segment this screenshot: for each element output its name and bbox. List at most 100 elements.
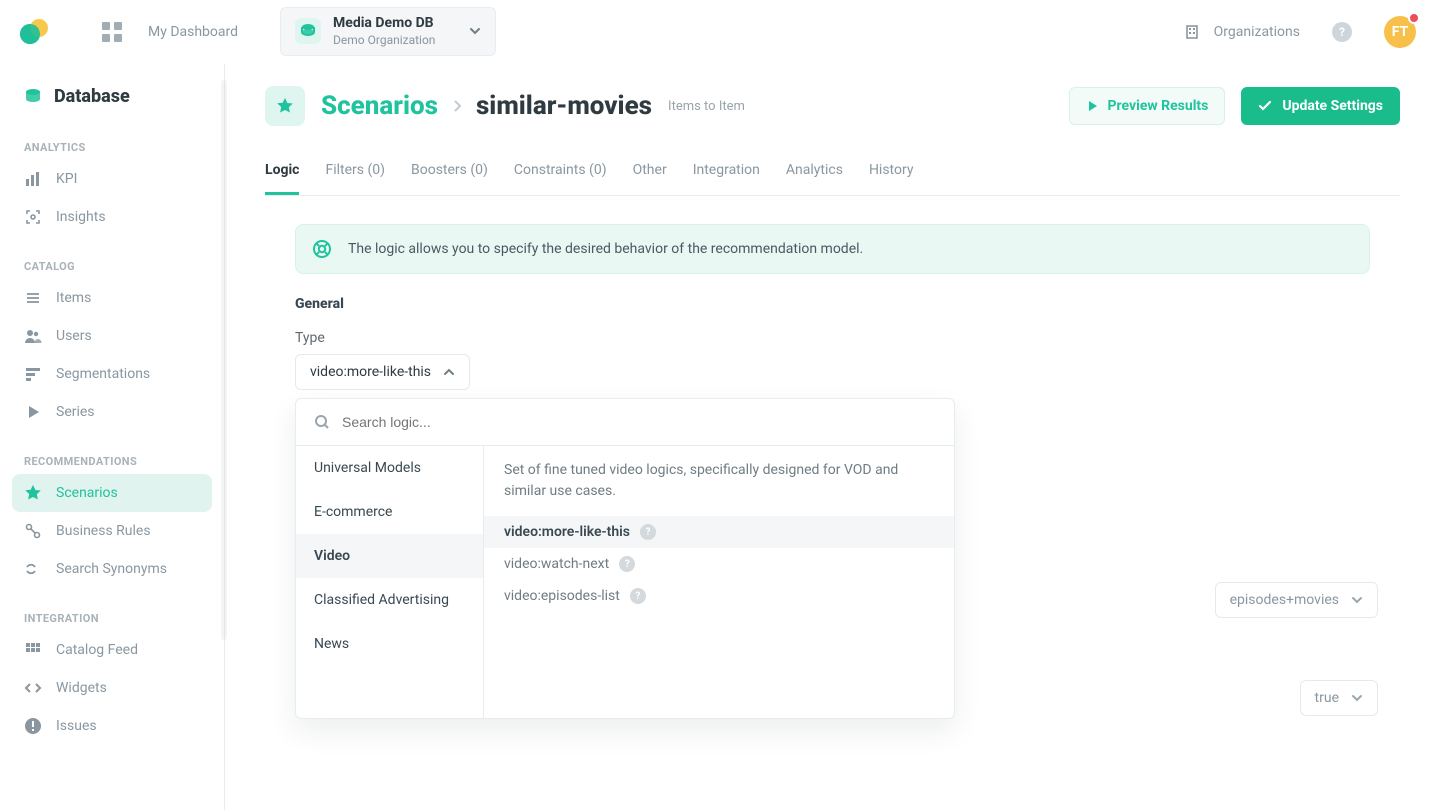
sidebar-item-label: KPI bbox=[56, 171, 77, 187]
sidebar-item-label: Series bbox=[56, 404, 95, 420]
check-icon bbox=[1258, 99, 1272, 113]
sidebar-item-series[interactable]: Series bbox=[12, 393, 212, 431]
lifebuoy-icon bbox=[312, 239, 332, 259]
sidebar-item-items[interactable]: Items bbox=[12, 279, 212, 317]
tab-logic[interactable]: Logic bbox=[265, 148, 299, 195]
sidebar-item-label: Scenarios bbox=[56, 485, 118, 501]
dropdown-option-more-like-this[interactable]: video:more-like-this ? bbox=[484, 516, 954, 548]
dropdown-option-label: video:episodes-list bbox=[504, 588, 620, 604]
chevron-down-icon bbox=[469, 25, 481, 37]
sidebar-group-integration: INTEGRATION Catalog Feed Widgets Issues bbox=[12, 606, 212, 745]
dropdown-search-input[interactable] bbox=[340, 413, 936, 431]
type-select[interactable]: video:more-like-this bbox=[295, 354, 470, 390]
dashboard-icon bbox=[102, 22, 122, 42]
sidebar-item-issues[interactable]: Issues bbox=[12, 707, 212, 745]
preview-results-button[interactable]: Preview Results bbox=[1069, 87, 1226, 125]
sidebar-item-label: Insights bbox=[56, 209, 106, 225]
sidebar-item-scenarios[interactable]: Scenarios bbox=[12, 474, 212, 512]
sidebar-item-label: Business Rules bbox=[56, 523, 151, 539]
update-settings-button[interactable]: Update Settings bbox=[1241, 87, 1400, 125]
sidebar-title: Database bbox=[54, 86, 130, 107]
sidebar-item-kpi[interactable]: KPI bbox=[12, 160, 212, 198]
sidebar-item-widgets[interactable]: Widgets bbox=[12, 669, 212, 707]
chevron-up-icon bbox=[443, 366, 455, 378]
database-org: Demo Organization bbox=[333, 34, 435, 47]
sidebar-item-insights[interactable]: Insights bbox=[12, 198, 212, 236]
avatar[interactable]: FT bbox=[1384, 16, 1416, 48]
tab-integration[interactable]: Integration bbox=[693, 148, 760, 195]
help-icon[interactable]: ? bbox=[630, 588, 646, 604]
star-icon bbox=[24, 484, 42, 502]
sidebar-item-label: Search Synonyms bbox=[56, 561, 167, 577]
organizations-link[interactable]: Organizations bbox=[1184, 24, 1300, 40]
dropdown-panel: Set of fine tuned video logics, specific… bbox=[484, 446, 954, 718]
sidebar-item-users[interactable]: Users bbox=[12, 317, 212, 355]
help-icon[interactable]: ? bbox=[1332, 22, 1352, 42]
play-icon bbox=[24, 403, 42, 421]
breadcrumb-subtype: Items to Item bbox=[668, 99, 745, 114]
building-icon bbox=[1184, 24, 1200, 40]
dropdown-cat-video[interactable]: Video bbox=[296, 534, 483, 578]
dropdown-body: Universal Models E-commerce Video Classi… bbox=[296, 446, 954, 718]
sidebar-item-search-synonyms[interactable]: Search Synonyms bbox=[12, 550, 212, 588]
sidebar-item-label: Segmentations bbox=[56, 366, 150, 382]
breadcrumb: Scenarios similar-movies Items to Item bbox=[321, 91, 745, 121]
search-icon bbox=[314, 414, 330, 430]
sidebar-group-label: RECOMMENDATIONS bbox=[12, 449, 212, 474]
database-icon bbox=[295, 18, 321, 44]
breadcrumb-root-link[interactable]: Scenarios bbox=[321, 91, 438, 121]
sidebar-item-catalog-feed[interactable]: Catalog Feed bbox=[12, 631, 212, 669]
sidebar-item-segmentations[interactable]: Segmentations bbox=[12, 355, 212, 393]
help-icon[interactable]: ? bbox=[640, 524, 656, 540]
dropdown-description: Set of fine tuned video logics, specific… bbox=[484, 446, 954, 516]
sidebar-item-label: Issues bbox=[56, 718, 97, 734]
database-picker[interactable]: Media Demo DB Demo Organization bbox=[280, 7, 496, 56]
episodes-movies-select[interactable]: episodes+movies bbox=[1215, 582, 1378, 618]
tab-history[interactable]: History bbox=[869, 148, 914, 195]
tab-filters[interactable]: Filters (0) bbox=[325, 148, 385, 195]
sidebar-item-label: Users bbox=[56, 328, 92, 344]
type-dropdown: Universal Models E-commerce Video Classi… bbox=[295, 398, 955, 719]
sidebar: Database ANALYTICS KPI Insights CATALOG bbox=[0, 64, 225, 810]
type-label: Type bbox=[295, 330, 1370, 346]
chevron-down-icon bbox=[1351, 692, 1363, 704]
chevron-down-icon bbox=[1351, 594, 1363, 606]
sidebar-group-recommendations: RECOMMENDATIONS Scenarios Business Rules… bbox=[12, 449, 212, 588]
dropdown-cat-classified[interactable]: Classified Advertising bbox=[296, 578, 483, 622]
sidebar-item-label: Items bbox=[56, 290, 91, 306]
chart-bar-icon bbox=[24, 170, 42, 188]
dropdown-categories: Universal Models E-commerce Video Classi… bbox=[296, 446, 484, 718]
app-logo bbox=[20, 18, 48, 46]
help-icon[interactable]: ? bbox=[619, 556, 635, 572]
sidebar-item-business-rules[interactable]: Business Rules bbox=[12, 512, 212, 550]
star-icon bbox=[265, 86, 305, 126]
dropdown-options: video:more-like-this ? video:watch-next … bbox=[484, 516, 954, 620]
database-title: Media Demo DB bbox=[333, 16, 435, 31]
tabs: Logic Filters (0) Boosters (0) Constrain… bbox=[265, 148, 1400, 196]
dropdown-option-watch-next[interactable]: video:watch-next ? bbox=[484, 548, 954, 580]
dropdown-cat-universal[interactable]: Universal Models bbox=[296, 446, 483, 490]
list-icon bbox=[24, 289, 42, 307]
sidebar-item-label: Widgets bbox=[56, 680, 107, 696]
dropdown-cat-ecommerce[interactable]: E-commerce bbox=[296, 490, 483, 534]
button-label: Update Settings bbox=[1282, 98, 1383, 114]
true-select[interactable]: true bbox=[1300, 680, 1378, 716]
sidebar-group-label: CATALOG bbox=[12, 254, 212, 279]
tab-constraints[interactable]: Constraints (0) bbox=[514, 148, 607, 195]
sidebar-group-analytics: ANALYTICS KPI Insights bbox=[12, 135, 212, 236]
scan-icon bbox=[24, 208, 42, 226]
sidebar-item-label: Catalog Feed bbox=[56, 642, 138, 658]
my-dashboard-link[interactable]: My Dashboard bbox=[148, 24, 238, 40]
sidebar-group-label: ANALYTICS bbox=[12, 135, 212, 160]
sidebar-group-label: INTEGRATION bbox=[12, 606, 212, 631]
dropdown-cat-news[interactable]: News bbox=[296, 622, 483, 666]
code-icon bbox=[24, 679, 42, 697]
sidebar-header: Database bbox=[12, 76, 212, 117]
tab-analytics[interactable]: Analytics bbox=[786, 148, 843, 195]
dropdown-option-episodes-list[interactable]: video:episodes-list ? bbox=[484, 580, 954, 612]
tab-boosters[interactable]: Boosters (0) bbox=[411, 148, 488, 195]
database-icon bbox=[24, 88, 42, 106]
tab-other[interactable]: Other bbox=[633, 148, 667, 195]
synonyms-icon bbox=[24, 560, 42, 578]
section-general-title: General bbox=[295, 296, 1370, 312]
